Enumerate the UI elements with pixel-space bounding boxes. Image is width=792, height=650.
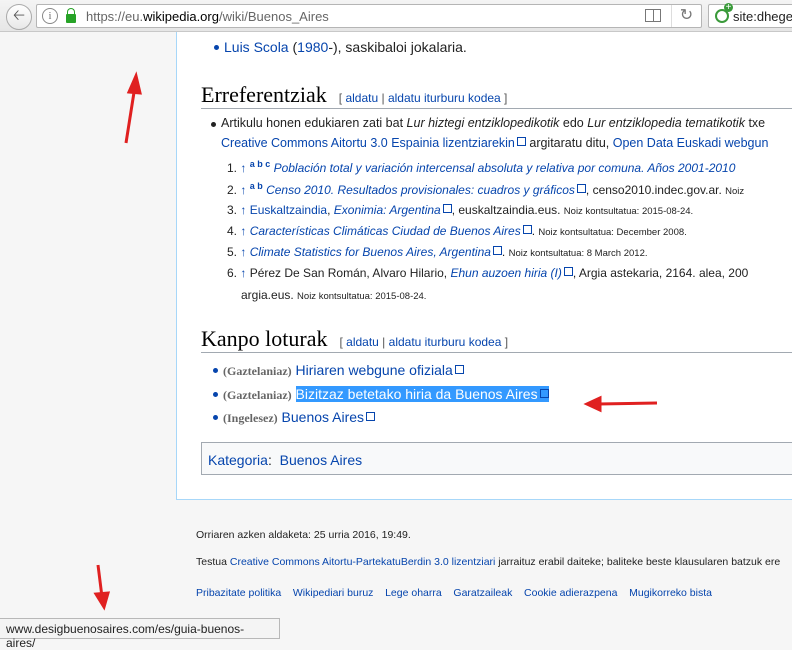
annotation-arrowhead <box>583 395 602 413</box>
annotation-arrow-left-line <box>597 401 658 406</box>
annotation-arrowhead <box>126 71 142 95</box>
annotation-arrows <box>93 71 658 611</box>
annotation-arrow-up-line <box>124 85 137 144</box>
annotation-arrowhead <box>93 591 111 611</box>
